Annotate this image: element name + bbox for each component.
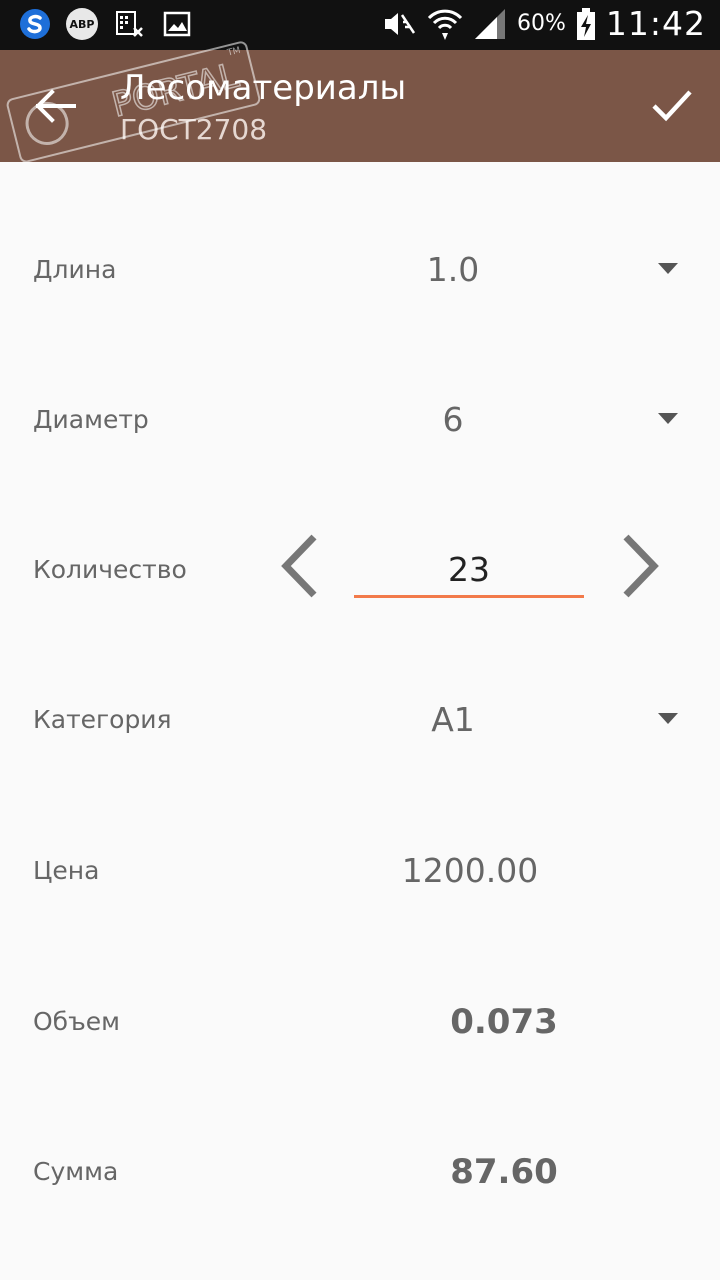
price-row: Цена 1200.00 <box>0 796 720 946</box>
clock: 11:42 <box>605 4 706 43</box>
volume-label: Объем <box>33 1007 120 1036</box>
barcode-icon <box>112 7 146 41</box>
title-block: Лесоматериалы ГОСТ2708 <box>120 68 406 148</box>
sum-value: 87.60 <box>450 1152 558 1192</box>
category-label: Категория <box>33 705 172 734</box>
arrow-left-icon <box>35 89 76 123</box>
quantity-field[interactable] <box>354 543 584 598</box>
price-label: Цена <box>33 856 100 885</box>
signal-icon <box>474 8 505 39</box>
price-value: 1200.00 <box>401 851 539 890</box>
quantity-label: Количество <box>33 555 187 584</box>
dropdown-arrow-icon <box>658 263 678 274</box>
quantity-row: Количество <box>0 495 720 645</box>
image-icon <box>160 7 194 41</box>
category-spinner[interactable]: A1 <box>290 645 700 795</box>
decrement-button[interactable] <box>278 533 320 599</box>
length-label: Длина <box>33 255 117 284</box>
back-button[interactable] <box>30 86 80 126</box>
battery-charging-icon <box>576 7 595 40</box>
sum-label: Сумма <box>33 1157 119 1186</box>
diameter-value: 6 <box>442 400 464 439</box>
length-spinner[interactable]: 1.0 <box>290 195 700 345</box>
page-subtitle: ГОСТ2708 <box>120 113 268 146</box>
mute-icon <box>384 12 416 35</box>
system-icons: 60% 11:42 <box>381 4 706 43</box>
wifi-icon <box>427 9 463 40</box>
category-row: Категория A1 <box>0 645 720 795</box>
check-icon <box>652 90 692 122</box>
diameter-label: Диаметр <box>33 405 149 434</box>
confirm-button[interactable] <box>648 84 696 128</box>
adblock-icon: ABP <box>66 8 98 40</box>
skype-icon <box>18 7 52 41</box>
notification-icons: ABP <box>18 7 194 41</box>
action-bar: Лесоматериалы ГОСТ2708 <box>0 50 720 162</box>
battery-percent: 60% <box>516 11 566 36</box>
status-bar: ABP 60% 11:42 <box>0 0 720 50</box>
volume-value: 0.073 <box>450 1002 558 1042</box>
length-row: Длина 1.0 <box>0 195 720 345</box>
dropdown-arrow-icon <box>658 713 678 724</box>
diameter-spinner[interactable]: 6 <box>290 345 700 495</box>
volume-row: Объем 0.073 <box>0 947 720 1097</box>
chevron-left-icon <box>281 534 317 598</box>
form: Длина 1.0 Диаметр 6 Количество Категор <box>0 162 720 1280</box>
sum-row: Сумма 87.60 <box>0 1097 720 1247</box>
dropdown-arrow-icon <box>658 413 678 424</box>
diameter-row: Диаметр 6 <box>0 345 720 495</box>
quantity-input[interactable] <box>354 543 584 598</box>
length-value: 1.0 <box>426 250 480 289</box>
increment-button[interactable] <box>620 533 662 599</box>
page-title: Лесоматериалы <box>120 68 407 108</box>
category-value: A1 <box>431 700 475 739</box>
chevron-right-icon <box>623 534 659 598</box>
